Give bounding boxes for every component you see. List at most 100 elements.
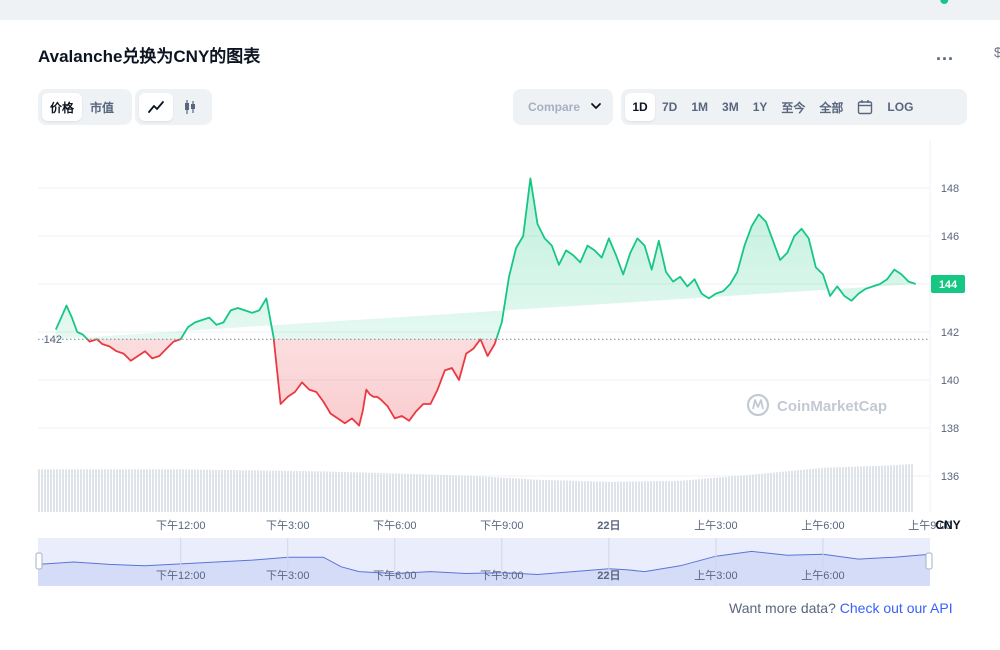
volume-bar bbox=[782, 471, 784, 512]
volume-bar bbox=[857, 466, 859, 512]
y-axis: 136 138 140 142 144 146 148 bbox=[941, 183, 959, 483]
volume-bar bbox=[749, 474, 751, 512]
volume-bar bbox=[884, 465, 886, 512]
volume-bar bbox=[38, 469, 40, 512]
volume-bar bbox=[827, 467, 829, 512]
volume-bar bbox=[281, 470, 283, 512]
volume-bar bbox=[743, 475, 745, 512]
volume-bar bbox=[494, 477, 496, 512]
volume-bar bbox=[176, 469, 178, 512]
series-line-down bbox=[86, 339, 498, 427]
volume-bar bbox=[527, 479, 529, 512]
volume-bar bbox=[716, 477, 718, 512]
volume-bar bbox=[158, 469, 160, 512]
volume-bar bbox=[317, 471, 319, 512]
volume-bar bbox=[839, 467, 841, 512]
navigator-handle-left[interactable] bbox=[35, 552, 43, 570]
volume-bar bbox=[98, 469, 100, 512]
api-link[interactable]: Check out our API bbox=[840, 600, 953, 616]
volume-bar bbox=[707, 478, 709, 512]
volume-bar bbox=[746, 475, 748, 512]
volume-bar bbox=[479, 476, 481, 512]
volume-bar bbox=[488, 476, 490, 512]
volume-bar bbox=[365, 472, 367, 512]
volume-bar bbox=[875, 465, 877, 512]
volume-bar bbox=[905, 464, 907, 512]
volume-bar bbox=[575, 480, 577, 512]
volume-bar bbox=[509, 478, 511, 512]
volume-bar bbox=[95, 469, 97, 512]
volume-bar bbox=[596, 481, 598, 512]
volume-bar bbox=[470, 475, 472, 512]
volume-bar bbox=[371, 472, 373, 512]
y-tick-label: 140 bbox=[941, 375, 959, 387]
volume-bar bbox=[233, 470, 235, 512]
volume-bar bbox=[89, 469, 91, 512]
volume-bar bbox=[413, 474, 415, 512]
volume-bar bbox=[719, 477, 721, 512]
volume-bar bbox=[377, 473, 379, 512]
volume-bar bbox=[416, 474, 418, 512]
volume-bar bbox=[218, 469, 220, 512]
volume-bar bbox=[626, 481, 628, 512]
volume-bar bbox=[608, 481, 610, 512]
volume-bar bbox=[821, 467, 823, 512]
navigator-handle-right[interactable] bbox=[925, 552, 933, 570]
volume-bar bbox=[245, 470, 247, 512]
volume-bar bbox=[275, 470, 277, 512]
volume-bar bbox=[734, 476, 736, 512]
range-navigator[interactable]: 下午12:00 下午3:00 下午6:00 下午9:00 22日 上午3:00 上午6:00 bbox=[35, 538, 933, 586]
volume-bar bbox=[425, 474, 427, 512]
volume-bar bbox=[128, 469, 130, 512]
volume-bar bbox=[740, 475, 742, 512]
volume-bar bbox=[161, 469, 163, 512]
volume-bar bbox=[845, 466, 847, 512]
volume-bar bbox=[809, 469, 811, 512]
volume-bar bbox=[443, 474, 445, 512]
volume-bar bbox=[455, 475, 457, 512]
series-line-up bbox=[54, 177, 916, 340]
volume-bar bbox=[359, 472, 361, 512]
volume-bar bbox=[293, 470, 295, 512]
volume-bar bbox=[863, 466, 865, 512]
volume-bar bbox=[407, 473, 409, 512]
area-above-baseline bbox=[55, 178, 916, 340]
volume-bar bbox=[356, 472, 358, 512]
volume-bar bbox=[761, 473, 763, 512]
volume-bar bbox=[710, 478, 712, 512]
volume-bar bbox=[770, 472, 772, 512]
volume-bar bbox=[791, 470, 793, 512]
volume-bar bbox=[68, 469, 70, 512]
volume-bar bbox=[314, 471, 316, 512]
volume-bar bbox=[557, 480, 559, 512]
y-tick-label: 136 bbox=[941, 471, 959, 483]
volume-bar bbox=[656, 481, 658, 512]
volume-bar bbox=[389, 473, 391, 512]
volume-bar bbox=[473, 475, 475, 512]
volume-bar bbox=[164, 469, 166, 512]
currency-label: CNY bbox=[935, 518, 960, 532]
volume-bar bbox=[335, 471, 337, 512]
volume-bar bbox=[284, 470, 286, 512]
volume-bar bbox=[422, 474, 424, 512]
volume-bar bbox=[824, 467, 826, 512]
volume-bar bbox=[830, 467, 832, 512]
volume-bar bbox=[815, 468, 817, 512]
volume-bar bbox=[704, 478, 706, 512]
volume-bar bbox=[878, 465, 880, 512]
volume-bar bbox=[632, 481, 634, 512]
volume-bar bbox=[623, 481, 625, 512]
volume-bar bbox=[533, 479, 535, 512]
volume-bar bbox=[146, 469, 148, 512]
volume-bar bbox=[251, 470, 253, 512]
volume-bar bbox=[725, 476, 727, 512]
volume-bar bbox=[605, 481, 607, 512]
volume-bar bbox=[788, 471, 790, 512]
volume-bar bbox=[200, 469, 202, 512]
volume-bar bbox=[836, 467, 838, 512]
volume-bar bbox=[410, 473, 412, 512]
watermark: CoinMarketCap bbox=[746, 393, 887, 417]
volume-bar bbox=[611, 481, 613, 512]
volume-bar bbox=[143, 469, 145, 512]
volume-bar bbox=[521, 478, 523, 512]
